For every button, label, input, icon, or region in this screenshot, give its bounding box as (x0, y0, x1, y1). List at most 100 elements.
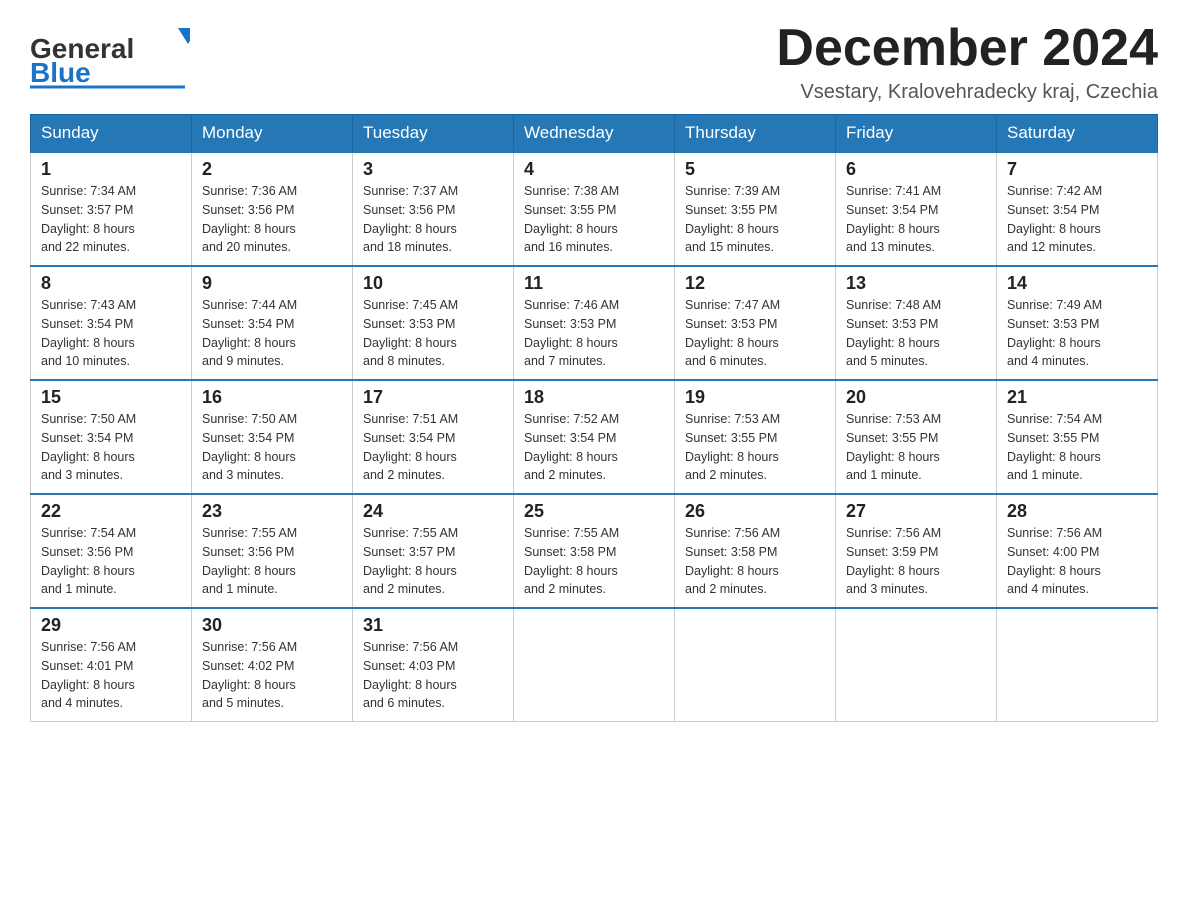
day-info: Sunrise: 7:51 AM Sunset: 3:54 PM Dayligh… (363, 410, 503, 485)
table-row: 11 Sunrise: 7:46 AM Sunset: 3:53 PM Dayl… (514, 266, 675, 380)
table-row: 29 Sunrise: 7:56 AM Sunset: 4:01 PM Dayl… (31, 608, 192, 722)
svg-text:Blue: Blue (30, 57, 91, 88)
logo: General Blue (30, 20, 190, 90)
day-info: Sunrise: 7:56 AM Sunset: 4:03 PM Dayligh… (363, 638, 503, 713)
day-info: Sunrise: 7:53 AM Sunset: 3:55 PM Dayligh… (685, 410, 825, 485)
day-number: 31 (363, 615, 503, 636)
table-row: 8 Sunrise: 7:43 AM Sunset: 3:54 PM Dayli… (31, 266, 192, 380)
day-info: Sunrise: 7:43 AM Sunset: 3:54 PM Dayligh… (41, 296, 181, 371)
day-number: 14 (1007, 273, 1147, 294)
calendar-header-row: Sunday Monday Tuesday Wednesday Thursday… (31, 115, 1158, 153)
table-row: 27 Sunrise: 7:56 AM Sunset: 3:59 PM Dayl… (836, 494, 997, 608)
day-number: 22 (41, 501, 181, 522)
day-info: Sunrise: 7:55 AM Sunset: 3:58 PM Dayligh… (524, 524, 664, 599)
day-info: Sunrise: 7:44 AM Sunset: 3:54 PM Dayligh… (202, 296, 342, 371)
day-number: 15 (41, 387, 181, 408)
table-row: 16 Sunrise: 7:50 AM Sunset: 3:54 PM Dayl… (192, 380, 353, 494)
day-number: 16 (202, 387, 342, 408)
day-number: 3 (363, 159, 503, 180)
day-info: Sunrise: 7:41 AM Sunset: 3:54 PM Dayligh… (846, 182, 986, 257)
day-number: 26 (685, 501, 825, 522)
day-number: 9 (202, 273, 342, 294)
table-row: 2 Sunrise: 7:36 AM Sunset: 3:56 PM Dayli… (192, 152, 353, 266)
table-row: 18 Sunrise: 7:52 AM Sunset: 3:54 PM Dayl… (514, 380, 675, 494)
table-row: 10 Sunrise: 7:45 AM Sunset: 3:53 PM Dayl… (353, 266, 514, 380)
day-info: Sunrise: 7:48 AM Sunset: 3:53 PM Dayligh… (846, 296, 986, 371)
day-number: 13 (846, 273, 986, 294)
table-row: 13 Sunrise: 7:48 AM Sunset: 3:53 PM Dayl… (836, 266, 997, 380)
day-number: 18 (524, 387, 664, 408)
day-info: Sunrise: 7:56 AM Sunset: 4:01 PM Dayligh… (41, 638, 181, 713)
day-number: 23 (202, 501, 342, 522)
day-info: Sunrise: 7:46 AM Sunset: 3:53 PM Dayligh… (524, 296, 664, 371)
day-number: 5 (685, 159, 825, 180)
day-number: 2 (202, 159, 342, 180)
day-info: Sunrise: 7:56 AM Sunset: 3:59 PM Dayligh… (846, 524, 986, 599)
day-number: 24 (363, 501, 503, 522)
week-row-3: 15 Sunrise: 7:50 AM Sunset: 3:54 PM Dayl… (31, 380, 1158, 494)
day-number: 27 (846, 501, 986, 522)
day-info: Sunrise: 7:47 AM Sunset: 3:53 PM Dayligh… (685, 296, 825, 371)
day-info: Sunrise: 7:39 AM Sunset: 3:55 PM Dayligh… (685, 182, 825, 257)
table-row: 4 Sunrise: 7:38 AM Sunset: 3:55 PM Dayli… (514, 152, 675, 266)
table-row: 1 Sunrise: 7:34 AM Sunset: 3:57 PM Dayli… (31, 152, 192, 266)
day-number: 7 (1007, 159, 1147, 180)
week-row-5: 29 Sunrise: 7:56 AM Sunset: 4:01 PM Dayl… (31, 608, 1158, 722)
table-row: 30 Sunrise: 7:56 AM Sunset: 4:02 PM Dayl… (192, 608, 353, 722)
day-info: Sunrise: 7:55 AM Sunset: 3:56 PM Dayligh… (202, 524, 342, 599)
table-row (675, 608, 836, 722)
month-title: December 2024 (776, 20, 1158, 77)
week-row-1: 1 Sunrise: 7:34 AM Sunset: 3:57 PM Dayli… (31, 152, 1158, 266)
table-row: 26 Sunrise: 7:56 AM Sunset: 3:58 PM Dayl… (675, 494, 836, 608)
day-number: 1 (41, 159, 181, 180)
col-sunday: Sunday (31, 115, 192, 153)
col-tuesday: Tuesday (353, 115, 514, 153)
table-row: 5 Sunrise: 7:39 AM Sunset: 3:55 PM Dayli… (675, 152, 836, 266)
location: Vsestary, Kralovehradecky kraj, Czechia (776, 81, 1158, 104)
day-info: Sunrise: 7:55 AM Sunset: 3:57 PM Dayligh… (363, 524, 503, 599)
table-row: 3 Sunrise: 7:37 AM Sunset: 3:56 PM Dayli… (353, 152, 514, 266)
col-monday: Monday (192, 115, 353, 153)
day-number: 12 (685, 273, 825, 294)
day-info: Sunrise: 7:49 AM Sunset: 3:53 PM Dayligh… (1007, 296, 1147, 371)
page-header: General Blue December 2024 Vsestary, Kra… (30, 20, 1158, 104)
table-row: 19 Sunrise: 7:53 AM Sunset: 3:55 PM Dayl… (675, 380, 836, 494)
day-number: 11 (524, 273, 664, 294)
day-info: Sunrise: 7:37 AM Sunset: 3:56 PM Dayligh… (363, 182, 503, 257)
table-row: 17 Sunrise: 7:51 AM Sunset: 3:54 PM Dayl… (353, 380, 514, 494)
day-info: Sunrise: 7:50 AM Sunset: 3:54 PM Dayligh… (41, 410, 181, 485)
table-row: 14 Sunrise: 7:49 AM Sunset: 3:53 PM Dayl… (997, 266, 1158, 380)
col-friday: Friday (836, 115, 997, 153)
day-info: Sunrise: 7:38 AM Sunset: 3:55 PM Dayligh… (524, 182, 664, 257)
day-number: 29 (41, 615, 181, 636)
table-row: 6 Sunrise: 7:41 AM Sunset: 3:54 PM Dayli… (836, 152, 997, 266)
day-number: 19 (685, 387, 825, 408)
table-row (836, 608, 997, 722)
col-saturday: Saturday (997, 115, 1158, 153)
day-info: Sunrise: 7:56 AM Sunset: 3:58 PM Dayligh… (685, 524, 825, 599)
day-info: Sunrise: 7:54 AM Sunset: 3:55 PM Dayligh… (1007, 410, 1147, 485)
calendar-table: Sunday Monday Tuesday Wednesday Thursday… (30, 114, 1158, 722)
table-row: 21 Sunrise: 7:54 AM Sunset: 3:55 PM Dayl… (997, 380, 1158, 494)
day-number: 6 (846, 159, 986, 180)
table-row: 9 Sunrise: 7:44 AM Sunset: 3:54 PM Dayli… (192, 266, 353, 380)
day-number: 4 (524, 159, 664, 180)
day-number: 25 (524, 501, 664, 522)
table-row: 20 Sunrise: 7:53 AM Sunset: 3:55 PM Dayl… (836, 380, 997, 494)
day-info: Sunrise: 7:42 AM Sunset: 3:54 PM Dayligh… (1007, 182, 1147, 257)
day-info: Sunrise: 7:56 AM Sunset: 4:02 PM Dayligh… (202, 638, 342, 713)
title-section: December 2024 Vsestary, Kralovehradecky … (776, 20, 1158, 104)
table-row: 23 Sunrise: 7:55 AM Sunset: 3:56 PM Dayl… (192, 494, 353, 608)
col-thursday: Thursday (675, 115, 836, 153)
day-info: Sunrise: 7:53 AM Sunset: 3:55 PM Dayligh… (846, 410, 986, 485)
day-info: Sunrise: 7:34 AM Sunset: 3:57 PM Dayligh… (41, 182, 181, 257)
day-number: 10 (363, 273, 503, 294)
day-number: 20 (846, 387, 986, 408)
day-number: 30 (202, 615, 342, 636)
day-info: Sunrise: 7:36 AM Sunset: 3:56 PM Dayligh… (202, 182, 342, 257)
week-row-2: 8 Sunrise: 7:43 AM Sunset: 3:54 PM Dayli… (31, 266, 1158, 380)
day-info: Sunrise: 7:54 AM Sunset: 3:56 PM Dayligh… (41, 524, 181, 599)
day-info: Sunrise: 7:50 AM Sunset: 3:54 PM Dayligh… (202, 410, 342, 485)
table-row: 31 Sunrise: 7:56 AM Sunset: 4:03 PM Dayl… (353, 608, 514, 722)
table-row: 12 Sunrise: 7:47 AM Sunset: 3:53 PM Dayl… (675, 266, 836, 380)
